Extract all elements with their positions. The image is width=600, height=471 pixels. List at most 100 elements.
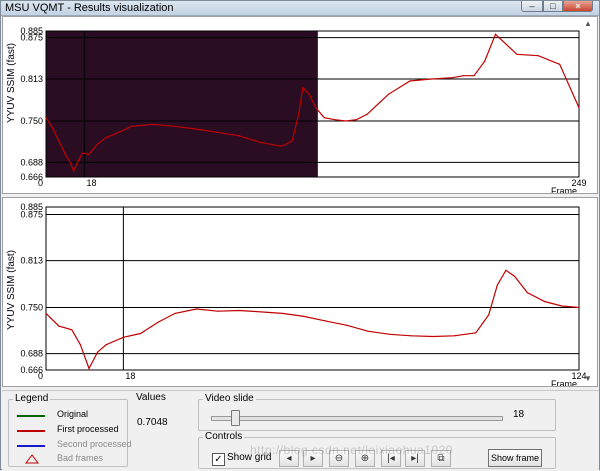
- video-slider-track[interactable]: [211, 416, 503, 421]
- minimize-button[interactable]: –: [521, 1, 543, 12]
- data-point: [216, 131, 218, 133]
- legend-item-original: Original: [15, 409, 127, 422]
- y-tick-label: 0.688: [20, 157, 43, 167]
- data-point: [430, 78, 432, 80]
- x-axis-label: Frame: [551, 186, 577, 193]
- data-point: [484, 60, 486, 62]
- legend-swatch-first: [17, 430, 45, 432]
- data-point: [334, 119, 336, 121]
- data-point: [73, 170, 75, 172]
- data-point: [559, 63, 561, 65]
- data-point: [45, 117, 47, 119]
- data-point: [355, 119, 357, 121]
- scroll-up-icon[interactable]: ▲: [583, 19, 593, 29]
- data-point: [113, 133, 116, 135]
- data-point: [260, 311, 262, 313]
- zoomed-chart[interactable]: 0.666 0.688 0.750 0.813 0.875 0.885 0 18 124 Fram…: [2, 197, 598, 387]
- processed-region: [46, 31, 318, 177]
- legend-title: Legend: [13, 393, 51, 404]
- data-point: [302, 87, 304, 89]
- data-point: [367, 330, 369, 332]
- data-point: [308, 93, 310, 95]
- legend-label: Original: [57, 409, 89, 419]
- data-point: [131, 125, 133, 127]
- close-button[interactable]: ×: [563, 1, 593, 12]
- data-point: [195, 128, 197, 130]
- video-slide-group: Video slide 18: [198, 393, 556, 431]
- data-point: [173, 125, 176, 127]
- data-point: [505, 269, 507, 271]
- values-group: Values 0.7048: [132, 392, 190, 467]
- checkbox-check-icon[interactable]: ✓: [212, 453, 225, 466]
- data-point: [410, 335, 412, 337]
- legend-label: First processed: [57, 424, 119, 434]
- data-point: [494, 33, 497, 35]
- full-range-chart-canvas[interactable]: 0.6660.6880.7500.8130.8750.8850 18 249Fram…: [3, 17, 597, 193]
- triangle-icon: [25, 454, 39, 464]
- values-title: Values: [136, 392, 166, 403]
- data-point: [513, 275, 516, 277]
- data-point: [152, 123, 154, 125]
- data-point: [88, 153, 90, 155]
- x-start-label: 0: [38, 178, 43, 188]
- current-value: 0.7048: [137, 417, 168, 428]
- data-point: [323, 117, 325, 119]
- data-point: [71, 329, 73, 331]
- data-point: [432, 335, 434, 338]
- legend-label: Bad frames: [57, 453, 104, 463]
- data-point: [238, 309, 241, 312]
- data-point: [387, 93, 390, 95]
- maximize-button[interactable]: □: [543, 1, 563, 12]
- data-point: [409, 80, 411, 82]
- title-bar[interactable]: MSU VQMT - Results visualization – □ ×: [1, 1, 599, 16]
- data-point: [578, 107, 580, 109]
- data-point: [516, 53, 518, 55]
- data-point: [51, 127, 54, 129]
- y-tick-label: 0.750: [20, 302, 43, 312]
- window-title: MSU VQMT - Results visualization: [5, 2, 174, 14]
- watermark-text: http://blog.csdn.net/leixiaohua1020: [250, 443, 453, 457]
- data-point: [88, 367, 90, 370]
- legend-group: Legend Original First processed Second p…: [8, 393, 132, 467]
- data-point: [366, 113, 368, 115]
- data-point: [280, 145, 283, 147]
- data-point: [217, 310, 219, 312]
- data-point: [389, 333, 391, 335]
- legend-item-second-processed: Second processed: [15, 439, 132, 452]
- x-start-label: 0: [38, 371, 43, 381]
- zoomed-chart-canvas[interactable]: 0.6660.6880.7500.8130.8750.8850 18 124Fram…: [3, 198, 597, 386]
- x-axis-label: Frame: [551, 379, 577, 386]
- data-point: [64, 153, 66, 155]
- show-frame-button[interactable]: Show frame: [488, 449, 542, 467]
- data-point: [496, 284, 498, 286]
- video-slide-title: Video slide: [203, 393, 256, 404]
- data-point: [561, 305, 563, 307]
- legend-swatch-second: [17, 445, 45, 447]
- data-point: [324, 320, 326, 322]
- data-point: [105, 344, 107, 346]
- data-point: [174, 312, 176, 315]
- video-slide-frame-value: 18: [513, 409, 525, 420]
- data-point: [45, 312, 47, 315]
- y-tick-label: 0.750: [20, 116, 43, 126]
- y-tick-label: 0.885: [20, 202, 43, 212]
- data-point: [157, 321, 159, 323]
- data-point: [122, 336, 124, 338]
- data-point: [259, 141, 261, 143]
- data-point: [291, 140, 293, 142]
- data-point: [281, 312, 284, 315]
- results-window: MSU VQMT - Results visualization – □ × 0…: [0, 0, 600, 471]
- x-cursor-label: 18: [87, 178, 97, 188]
- bottom-chart-y-axis-label: YYUV SSIM (fast): [6, 249, 17, 330]
- scroll-down-icon[interactable]: ▼: [583, 374, 593, 384]
- data-point: [345, 120, 347, 122]
- data-point: [58, 140, 60, 142]
- data-point: [105, 137, 107, 139]
- legend-label: Second processed: [57, 439, 132, 449]
- data-point: [96, 143, 98, 145]
- data-point: [79, 344, 81, 346]
- legend-swatch-original: [17, 415, 45, 417]
- full-range-chart[interactable]: 0.666 0.688 0.750 0.813 0.875 0.885 0 18 249 Fram…: [2, 16, 598, 194]
- video-slider-thumb[interactable]: [231, 410, 241, 426]
- controls-area: Legend Original First processed Second p…: [2, 390, 599, 471]
